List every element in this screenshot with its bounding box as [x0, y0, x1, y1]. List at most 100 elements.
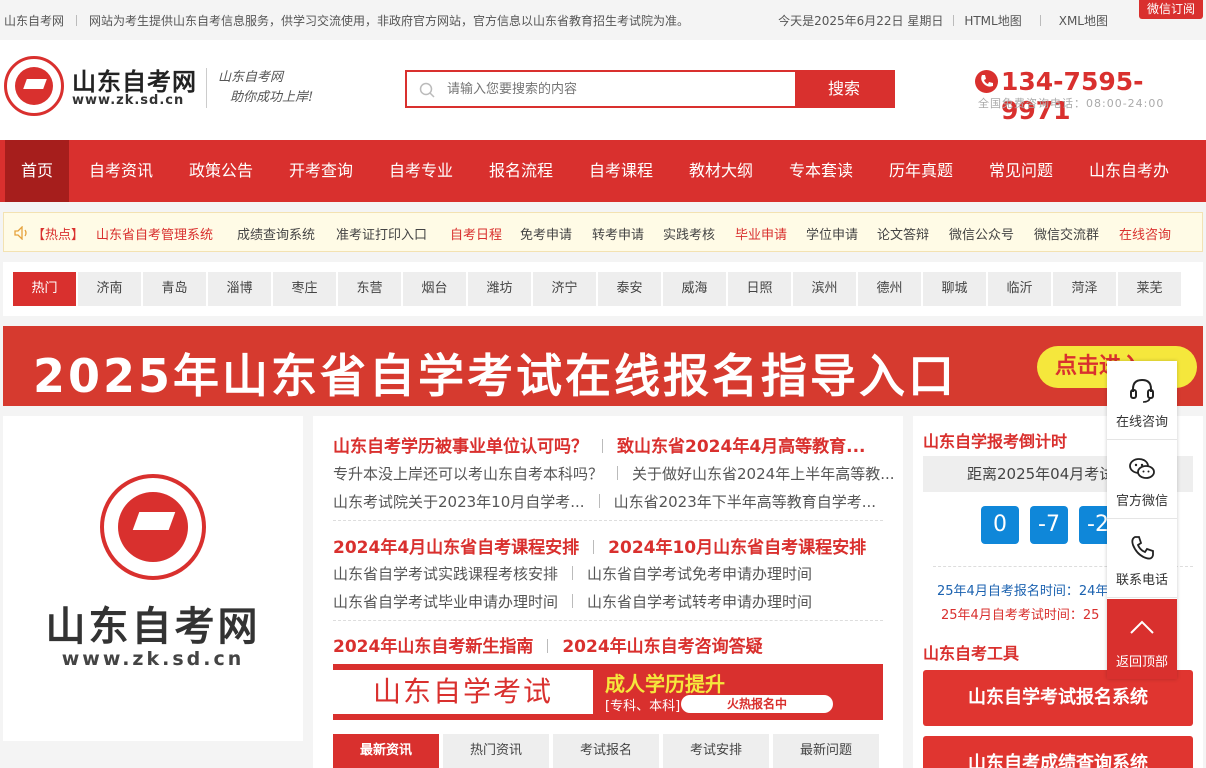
mini-banner-line2: 成人学历提升 [605, 672, 725, 696]
news-link[interactable]: 山东省自学考试实践课程考核安排 [333, 565, 558, 583]
city-tab[interactable]: 菏泽 [1053, 272, 1116, 306]
city-tab[interactable]: 滨州 [793, 272, 856, 306]
tab-latest-news[interactable]: 最新资讯 [333, 734, 439, 768]
wechat-icon [1129, 458, 1155, 479]
city-tab[interactable]: 淄博 [208, 272, 271, 306]
divider [333, 520, 883, 521]
headline-link[interactable]: 2024年10月山东省自考课程安排 [608, 538, 866, 558]
logo-slide[interactable]: 山东自考网 www.zk.sd.cn [3, 416, 303, 741]
headline-row: 2024年山东自考新生指南 2024年山东自考咨询答疑 [333, 632, 763, 657]
city-tab[interactable]: 济宁 [533, 272, 596, 306]
hot-link[interactable]: 成绩查询系统 [237, 224, 315, 243]
city-tab[interactable]: 青岛 [143, 272, 206, 306]
score-query-button[interactable]: 山东自考成绩查询系统 [923, 736, 1193, 768]
city-tab[interactable]: 临沂 [988, 272, 1051, 306]
hot-link[interactable]: 论文答辩 [877, 224, 929, 243]
tab-schedule[interactable]: 考试安排 [663, 734, 769, 768]
tools-title: 山东自考工具 [923, 644, 1020, 663]
countdown-title: 山东自学报考倒计时 [923, 432, 1068, 451]
city-tab[interactable]: 潍坊 [468, 272, 531, 306]
site-name-link[interactable]: 山东自考网 [4, 14, 64, 28]
nav-item-past-papers[interactable]: 历年真题 [889, 140, 953, 202]
city-tab-hot[interactable]: 热门 [13, 272, 76, 306]
nav-item-home[interactable]: 首页 [5, 140, 69, 202]
logo-emblem-icon[interactable] [4, 56, 64, 116]
tab-hot-news[interactable]: 热门资讯 [443, 734, 549, 768]
city-tab[interactable]: 东营 [338, 272, 401, 306]
logo-name[interactable]: 山东自考网 [72, 62, 197, 97]
float-label: 在线咨询 [1115, 415, 1168, 430]
headset-icon [1130, 378, 1154, 403]
news-row: 专升本没上岸还可以考山东自考本科吗？ 关于做好山东省2024年上半年高等教... [333, 463, 895, 484]
html-map-link[interactable]: HTML地图 [964, 14, 1021, 28]
city-tab[interactable]: 枣庄 [273, 272, 336, 306]
hot-link[interactable]: 自考日程 [450, 224, 502, 243]
slide-dots [80, 764, 226, 768]
city-tab[interactable]: 泰安 [598, 272, 661, 306]
search-input[interactable] [447, 72, 797, 106]
nav-item-courses[interactable]: 自考课程 [589, 140, 653, 202]
registration-banner[interactable]: 2025年山东省自学考试在线报名指导入口 点击进入 [3, 326, 1203, 406]
nav-item-policy[interactable]: 政策公告 [189, 140, 253, 202]
news-link[interactable]: 山东省自学考试转考申请办理时间 [587, 593, 812, 611]
hot-label: 【热点】 [32, 228, 85, 243]
news-link[interactable]: 山东省2023年下半年高等教育自学考... [614, 493, 876, 511]
news-link[interactable]: 山东省自学考试免考申请办理时间 [587, 565, 812, 583]
hot-link[interactable]: 准考证打印入口 [336, 224, 427, 243]
hot-link[interactable]: 转考申请 [592, 224, 644, 243]
adult-education-banner[interactable]: 山东自学考试 成人学历提升 [专科、本科] 火热报名中 [333, 664, 883, 720]
logo-emblem-large-icon [100, 474, 206, 580]
city-tab[interactable]: 日照 [728, 272, 791, 306]
hot-link[interactable]: 山东省自考管理系统 [96, 224, 213, 243]
nav-item-majors[interactable]: 自考专业 [389, 140, 453, 202]
hot-link[interactable]: 在线咨询 [1119, 224, 1171, 243]
headline-link[interactable]: 山东自考学历被事业单位认可吗？ [333, 437, 588, 457]
hot-link[interactable]: 实践考核 [663, 224, 715, 243]
float-wechat[interactable]: 官方微信 [1107, 440, 1177, 519]
headline-link[interactable]: 2024年山东自考咨询答疑 [562, 637, 762, 657]
nav-item-exam-query[interactable]: 开考查询 [289, 140, 353, 202]
slogan-line2: 助你成功上岸! [230, 90, 314, 105]
tab-latest-questions[interactable]: 最新问题 [773, 734, 879, 768]
hot-link[interactable]: 免考申请 [520, 224, 572, 243]
search-box: 搜索 [405, 70, 895, 108]
news-link[interactable]: 关于做好山东省2024年上半年高等教... [632, 465, 894, 483]
nav-item-dual-degree[interactable]: 专本套读 [789, 140, 853, 202]
wechat-subscribe-button[interactable]: 微信订阅 [1139, 0, 1203, 19]
hot-link[interactable]: 毕业申请 [735, 224, 787, 243]
xml-map-link[interactable]: XML地图 [1059, 14, 1108, 28]
headline-link[interactable]: 致山东省2024年4月高等教育... [617, 437, 866, 457]
news-link[interactable]: 专升本没上岸还可以考山东自考本科吗？ [333, 465, 603, 483]
header: 山东自考网 www.zk.sd.cn 山东自考网 助你成功上岸! 搜索 134-… [0, 40, 1206, 140]
nav-item-textbooks[interactable]: 教材大纲 [689, 140, 753, 202]
hot-link[interactable]: 微信交流群 [1034, 224, 1099, 243]
news-row: 山东省自学考试实践课程考核安排 山东省自学考试免考申请办理时间 [333, 563, 812, 584]
float-phone[interactable]: 联系电话 [1107, 519, 1177, 598]
city-tab[interactable]: 威海 [663, 272, 726, 306]
tab-registration[interactable]: 考试报名 [553, 734, 659, 768]
nav-item-faq[interactable]: 常见问题 [989, 140, 1053, 202]
city-tab[interactable]: 聊城 [923, 272, 986, 306]
city-tab[interactable]: 莱芜 [1118, 272, 1181, 306]
city-tab[interactable]: 济南 [78, 272, 141, 306]
headline-row: 2024年4月山东省自考课程安排 2024年10月山东省自考课程安排 [333, 533, 866, 558]
search-button[interactable]: 搜索 [795, 72, 893, 106]
headline-link[interactable]: 2024年4月山东省自考课程安排 [333, 538, 579, 558]
news-link[interactable]: 山东省自学考试毕业申请办理时间 [333, 593, 558, 611]
headline-link[interactable]: 2024年山东自考新生指南 [333, 637, 533, 657]
float-online-consult[interactable]: 在线咨询 [1107, 361, 1177, 440]
news-row: 山东考试院关于2023年10月自学考... 山东省2023年下半年高等教育自学考.… [333, 491, 876, 512]
nav-item-registration[interactable]: 报名流程 [489, 140, 553, 202]
hot-link[interactable]: 微信公众号 [949, 224, 1014, 243]
city-tab[interactable]: 烟台 [403, 272, 466, 306]
logo-url: www.zk.sd.cn [72, 93, 185, 108]
float-label: 联系电话 [1115, 573, 1168, 588]
mini-banner-title: 山东自学考试 [333, 670, 593, 714]
nav-item-news[interactable]: 自考资讯 [89, 140, 153, 202]
city-tab[interactable]: 德州 [858, 272, 921, 306]
hot-link[interactable]: 学位申请 [806, 224, 858, 243]
current-date: 今天是2025年6月22日 星期日 [778, 14, 944, 28]
back-to-top-button[interactable]: 返回顶部 [1107, 599, 1177, 679]
news-link[interactable]: 山东考试院关于2023年10月自学考... [333, 493, 585, 511]
nav-item-office[interactable]: 山东自考办 [1089, 140, 1169, 202]
